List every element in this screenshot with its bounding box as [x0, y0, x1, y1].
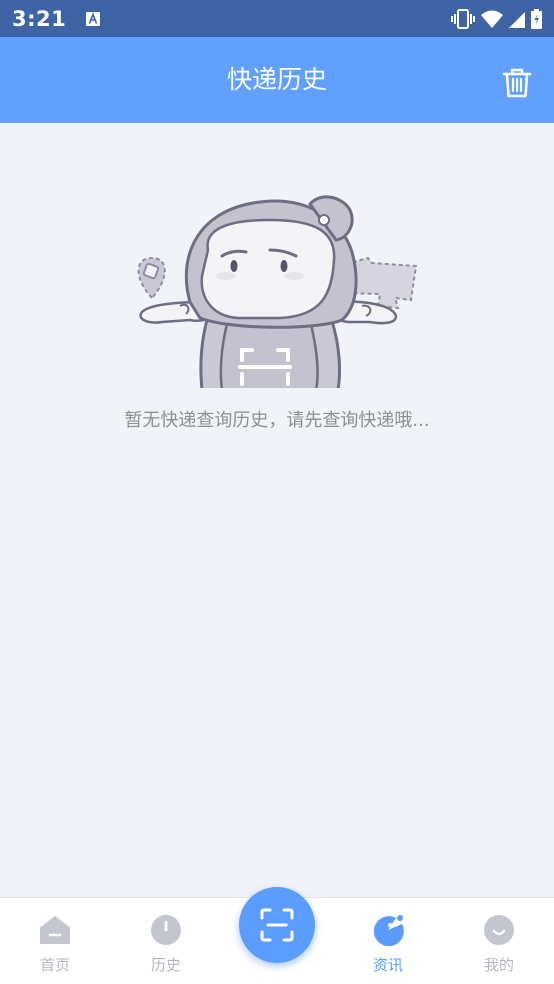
location-pin-icon — [137, 256, 166, 300]
mascot-illustration — [137, 195, 418, 388]
trash-icon — [502, 68, 532, 98]
signal-icon — [509, 11, 525, 28]
profile-icon — [484, 915, 514, 945]
nav-item-home[interactable]: 首页 — [0, 898, 110, 984]
wifi-icon — [481, 10, 503, 28]
home-icon — [40, 916, 70, 944]
status-icons — [451, 8, 542, 29]
clock-icon — [151, 915, 181, 945]
scan-icon — [260, 908, 294, 942]
news-icon — [373, 915, 404, 946]
nav-label-home: 首页 — [39, 956, 70, 974]
status-time: 3:21 — [12, 6, 67, 31]
empty-state-message: 暂无快递查询历史，请先查询快递哦... — [124, 410, 430, 431]
a-notification-icon — [86, 11, 101, 26]
nav-item-profile[interactable]: 我的 — [444, 898, 554, 984]
scan-button[interactable] — [239, 887, 315, 963]
clear-history-button[interactable] — [502, 67, 532, 99]
nav-label-news: 资讯 — [372, 956, 403, 974]
nav-label-profile: 我的 — [483, 956, 514, 974]
vibrate-icon — [451, 8, 475, 29]
page-title: 快递历史 — [226, 65, 327, 94]
nav-item-history[interactable]: 历史 — [111, 898, 221, 984]
nav-label-history: 历史 — [150, 956, 181, 974]
battery-icon — [531, 8, 542, 29]
empty-state-illustration — [130, 190, 425, 390]
status-bar: 3:21 — [0, 0, 554, 37]
nav-item-news[interactable]: 资讯 — [333, 898, 443, 984]
app-header: 快递历史 — [0, 37, 554, 123]
